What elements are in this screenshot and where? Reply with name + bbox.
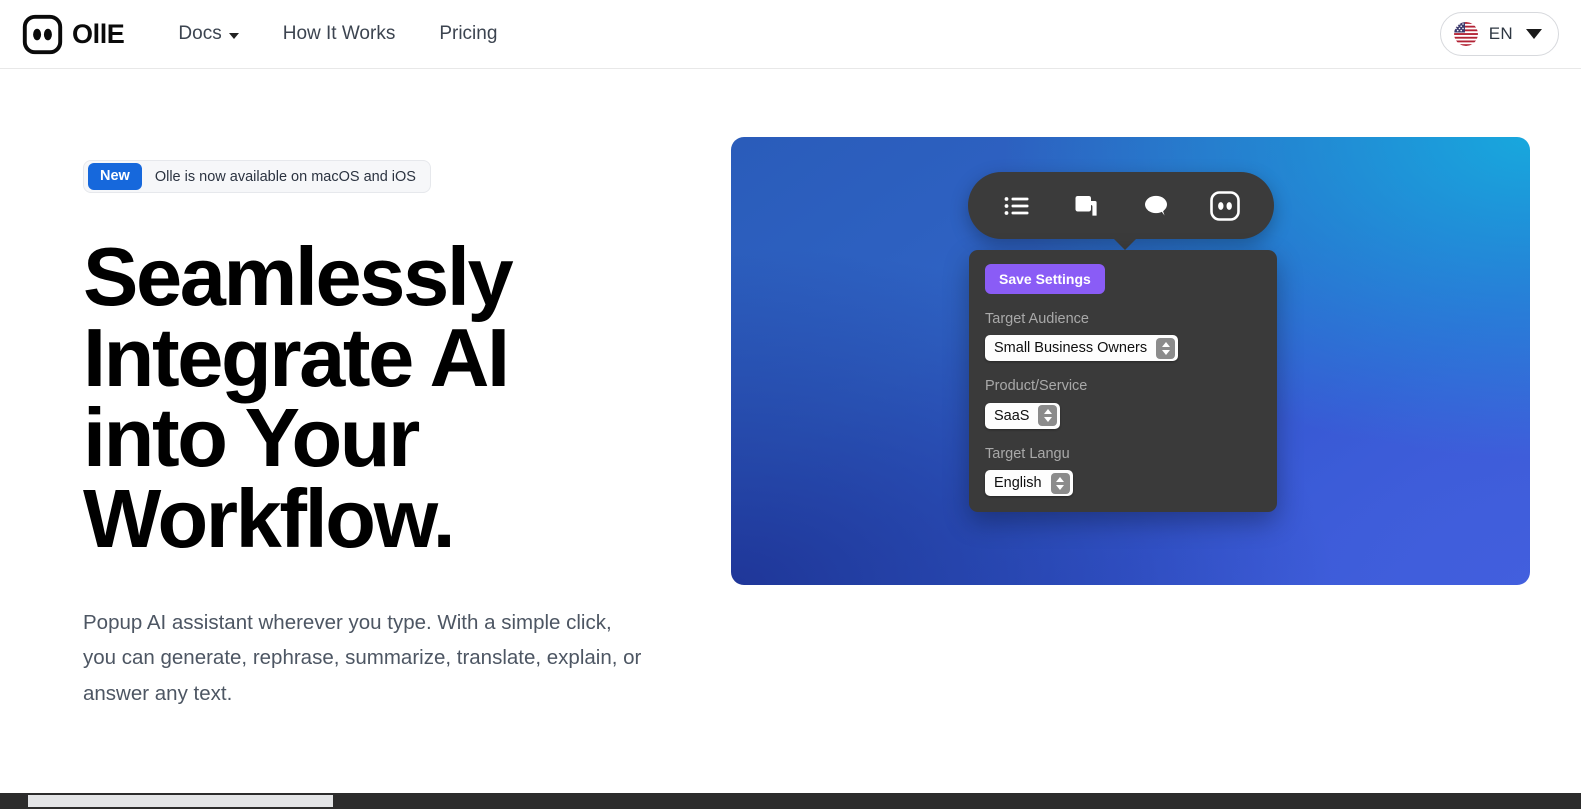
nav-label-docs: Docs bbox=[178, 23, 222, 44]
stepper-icon bbox=[1156, 337, 1176, 359]
announcement-banner[interactable]: New Olle is now available on macOS and i… bbox=[83, 160, 431, 193]
select-value-target-audience: Small Business Owners bbox=[994, 340, 1148, 357]
nav-item-docs[interactable]: Docs bbox=[168, 17, 260, 51]
olle-logo-icon bbox=[22, 14, 63, 54]
field-label-product-service: Product/Service bbox=[985, 378, 1088, 395]
us-flag-icon bbox=[1453, 22, 1478, 46]
select-value-product-service: SaaS bbox=[994, 407, 1030, 424]
nav-label-pricing: Pricing bbox=[439, 23, 498, 44]
toolbar-button-list[interactable] bbox=[994, 183, 1040, 229]
select-target-audience[interactable]: Small Business Owners bbox=[985, 335, 1179, 362]
select-value-target-language: English bbox=[994, 475, 1042, 492]
floating-toolbar bbox=[968, 172, 1274, 239]
nav-label-how-it-works: How It Works bbox=[282, 23, 396, 44]
announcement-text: Olle is now available on macOS and iOS bbox=[154, 168, 416, 185]
brand-logo-link[interactable]: OllE bbox=[22, 14, 125, 55]
page-title: Seamlessly Integrate AI into Your Workfl… bbox=[83, 230, 514, 565]
select-target-language[interactable]: English bbox=[985, 470, 1073, 497]
page-root: OllE Docs How It Works Pricing EN New Ol… bbox=[0, 0, 1581, 809]
stepper-icon bbox=[1038, 405, 1058, 427]
language-switcher-button[interactable]: EN bbox=[1439, 12, 1559, 56]
language-label: EN bbox=[1488, 24, 1513, 43]
horizontal-scrollbar-track[interactable] bbox=[0, 793, 1581, 809]
chevron-down-icon bbox=[228, 32, 239, 39]
product-showcase-card: Save Settings Target Audience Small Busi… bbox=[731, 137, 1530, 585]
toolbar-button-copy[interactable] bbox=[1063, 183, 1109, 229]
horizontal-scrollbar-thumb[interactable] bbox=[28, 795, 333, 807]
site-header: OllE Docs How It Works Pricing EN bbox=[0, 0, 1581, 69]
hero-left-column: New Olle is now available on macOS and i… bbox=[83, 160, 683, 711]
toolbar-button-chat[interactable] bbox=[1133, 183, 1179, 229]
toolbar-button-olle[interactable] bbox=[1202, 183, 1248, 229]
settings-panel: Save Settings Target Audience Small Busi… bbox=[969, 250, 1277, 512]
brand-name: OllE bbox=[72, 18, 125, 49]
chat-bubble-icon bbox=[1144, 195, 1167, 215]
main-nav: Docs How It Works Pricing bbox=[168, 17, 519, 51]
select-product-service[interactable]: SaaS bbox=[985, 402, 1061, 429]
chevron-down-icon bbox=[1526, 29, 1542, 39]
field-label-target-audience: Target Audience bbox=[985, 311, 1089, 328]
save-settings-button[interactable]: Save Settings bbox=[985, 264, 1105, 295]
nav-item-how-it-works[interactable]: How It Works bbox=[261, 17, 418, 51]
nav-item-pricing[interactable]: Pricing bbox=[417, 17, 519, 51]
field-label-target-language: Target Langu bbox=[985, 445, 1070, 462]
copy-icon bbox=[1075, 195, 1097, 216]
list-icon bbox=[1004, 196, 1029, 215]
status-badge: New bbox=[88, 163, 142, 190]
toolbar-pointer-arrow bbox=[1112, 237, 1138, 250]
olle-logo-icon bbox=[1210, 190, 1241, 221]
hero-subtitle: Popup AI assistant wherever you type. Wi… bbox=[83, 611, 642, 705]
stepper-icon bbox=[1050, 472, 1070, 494]
